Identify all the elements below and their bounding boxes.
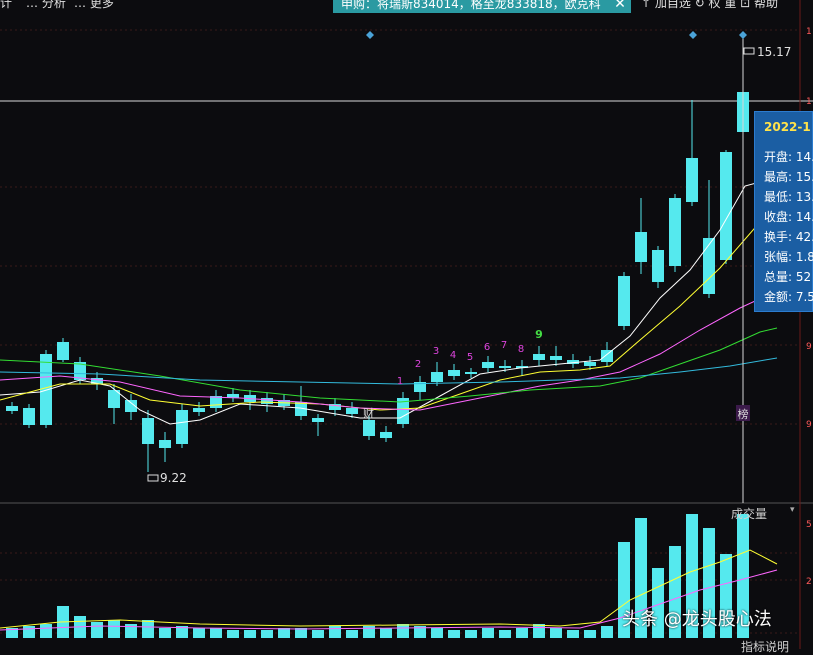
candle-body <box>57 342 69 360</box>
volume-bar <box>465 630 477 638</box>
candle-body <box>363 420 375 436</box>
candle-body <box>635 232 647 262</box>
candle-body <box>142 418 154 444</box>
diamond-marker-icon <box>689 31 697 39</box>
candle-body <box>346 408 358 414</box>
sequence-marker: 3 <box>433 346 439 357</box>
volume-bar <box>329 626 341 638</box>
volume-bar <box>431 628 443 638</box>
tooltip-date: 2022-1 <box>764 120 811 134</box>
volume-bar <box>295 628 307 638</box>
volume-bar <box>448 630 460 638</box>
candle-body <box>431 372 443 382</box>
diamond-marker-icon <box>739 31 747 39</box>
volume-bar <box>210 628 222 638</box>
watermark: 头条 @龙头股心法 <box>622 609 772 630</box>
volume-bar <box>278 628 290 638</box>
diamond-marker-icon <box>366 31 374 39</box>
sequence-marker: 8 <box>518 344 524 355</box>
axis-tick-label: 9 <box>806 420 812 430</box>
volume-bar <box>159 628 171 638</box>
candle-body <box>499 366 511 368</box>
axis-tick-label: 2 <box>806 577 812 587</box>
candle-body <box>159 440 171 448</box>
stock-chart-window: 计 … 分析 … 更多 ↑ 加自选 ↻ 权 重 ⊡ 帮助 申购：将瑞斯83401… <box>0 0 813 654</box>
tooltip-row: 总量: 52 <box>764 270 812 284</box>
volume-bar <box>499 630 511 638</box>
tooltip-row: 开盘: 14. <box>764 150 813 164</box>
candle-body <box>618 276 630 326</box>
tooltip-row: 换手: 42. <box>764 230 813 244</box>
candle-body <box>482 362 494 368</box>
candle-body <box>448 370 460 376</box>
tooltip-row: 张幅: 1.8 <box>764 250 813 264</box>
candlestick-chart[interactable]: 119952123 4 56 7 89财榜 <box>0 0 813 649</box>
sequence-marker: 1 <box>397 376 403 387</box>
min-marker-icon <box>147 474 159 482</box>
candle-body <box>23 408 35 425</box>
axis-tick-label: 1 <box>806 27 812 37</box>
volume-bar <box>397 624 409 638</box>
volume-bar <box>91 622 103 638</box>
candle-body <box>193 408 205 412</box>
tooltip-row: 金额: 7.5 <box>764 290 813 304</box>
volume-bar <box>601 626 613 638</box>
sequence-marker: 5 <box>467 352 473 363</box>
candle-body <box>6 406 18 411</box>
volume-bar <box>482 628 494 638</box>
candle-body <box>720 152 732 260</box>
candle-body <box>261 398 273 404</box>
axis-tick-label: 5 <box>806 520 812 530</box>
max-price-label: 15.17 <box>757 45 792 59</box>
min-price-label: 9.22 <box>160 471 187 485</box>
volume-bar <box>261 630 273 638</box>
volume-bar <box>346 630 358 638</box>
candle-body <box>652 250 664 282</box>
rank-marker: 榜 <box>738 407 749 421</box>
volume-bar <box>380 628 392 638</box>
volume-bar <box>533 624 545 638</box>
volume-bar <box>108 620 120 638</box>
volume-bar <box>227 630 239 638</box>
chevron-down-icon[interactable]: ▾ <box>790 505 795 515</box>
volume-bar <box>244 630 256 638</box>
indicator-help-tab[interactable]: 指标说明 <box>741 638 789 655</box>
volume-bar <box>584 630 596 638</box>
candle-body <box>380 432 392 438</box>
candle-body <box>669 198 681 266</box>
candle-body <box>312 418 324 422</box>
volume-indicator-label[interactable]: 成交量 <box>731 505 767 522</box>
sequence-marker: 2 <box>415 359 421 370</box>
candle-body <box>465 372 477 374</box>
volume-bar <box>312 630 324 638</box>
volume-bar <box>142 620 154 638</box>
volume-bar <box>23 626 35 638</box>
candle-body <box>550 356 562 360</box>
volume-bar <box>40 624 52 638</box>
candle-info-tooltip: 2022-1 开盘: 14. 最高: 15. 最低: 13. 收盘: 14. 换手: 4… <box>754 111 813 312</box>
axis-tick-label: 9 <box>806 342 812 352</box>
sequence-marker: 4 <box>450 350 456 361</box>
volume-bar <box>567 630 579 638</box>
tooltip-row: 最高: 15. <box>764 170 813 184</box>
sequence-marker: 6 <box>484 342 490 353</box>
tooltip-row: 最低: 13. <box>764 190 813 204</box>
volume-bar <box>550 628 562 638</box>
candle-body <box>176 410 188 444</box>
sequence-marker: 9 <box>535 328 543 341</box>
finance-marker: 财 <box>363 406 374 420</box>
candle-body <box>686 158 698 202</box>
max-marker-icon <box>743 47 755 55</box>
candle-body <box>40 354 52 425</box>
candle-body <box>601 350 613 362</box>
sequence-marker: 7 <box>501 340 507 351</box>
volume-bar <box>193 628 205 638</box>
candle-body <box>533 354 545 360</box>
volume-bar <box>516 628 528 638</box>
candle-body <box>584 362 596 366</box>
candle-body <box>703 238 715 294</box>
tooltip-row: 收盘: 14. <box>764 210 813 224</box>
axis-tick-label: 1 <box>806 97 812 107</box>
